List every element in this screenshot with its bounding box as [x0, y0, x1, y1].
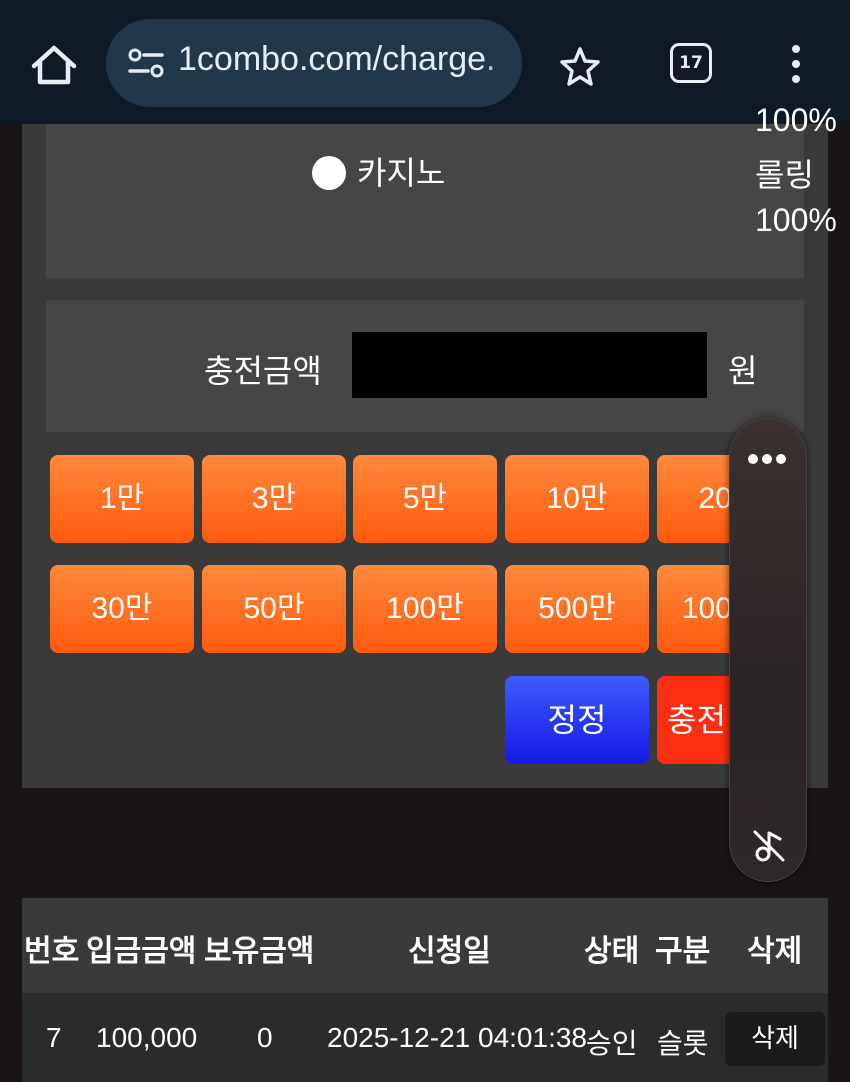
- amount-chip-1m[interactable]: 100만: [353, 565, 497, 653]
- url-fade: [482, 19, 522, 107]
- cell-type: 슬롯: [657, 1027, 709, 1060]
- col-header-type: 구분: [655, 934, 711, 969]
- rate-text-top: 100%: [755, 104, 837, 134]
- casino-radio[interactable]: [312, 156, 346, 190]
- bookmark-button[interactable]: [558, 44, 602, 88]
- more-vert-icon[interactable]: [782, 42, 810, 88]
- delete-button[interactable]: 삭제: [725, 1012, 825, 1066]
- music-off-button[interactable]: [750, 827, 788, 865]
- url-text[interactable]: 1combo.com/charge.: [178, 40, 496, 79]
- star-icon: [560, 47, 600, 86]
- tab-switcher-icon[interactable]: 17: [670, 43, 712, 83]
- rate-value-1: 100%: [755, 104, 837, 134]
- cell-date: 2025-12-21 04:01:38: [327, 1022, 587, 1053]
- col-header-date: 신청일: [408, 934, 491, 969]
- col-header-status: 상태: [584, 934, 640, 969]
- reset-button[interactable]: 정정: [505, 676, 649, 764]
- rolling-label: 롤링: [755, 157, 814, 193]
- rate-value-2: 100%: [755, 202, 837, 238]
- address-bar[interactable]: 1combo.com/charge.: [106, 19, 522, 107]
- tab-count: 17: [679, 53, 703, 73]
- col-header-delete: 삭제: [747, 934, 803, 969]
- cell-status: 승인: [586, 1027, 638, 1060]
- amount-chip-500k[interactable]: 50만: [202, 565, 346, 653]
- amount-chip-100k[interactable]: 10만: [505, 455, 649, 543]
- more-horiz-icon[interactable]: [748, 449, 792, 464]
- site-settings-button[interactable]: [126, 47, 166, 79]
- cell-deposit: 100,000: [96, 1022, 198, 1053]
- amount-chip-300k[interactable]: 30만: [50, 565, 194, 653]
- home-button[interactable]: [28, 40, 80, 92]
- won-unit-label: 원: [728, 352, 758, 390]
- casino-radio-label[interactable]: 카지노: [357, 148, 445, 194]
- col-header-deposit: 입금금액: [86, 934, 197, 969]
- cell-balance: 0: [257, 1022, 273, 1053]
- amount-chip-50k[interactable]: 5만: [353, 455, 497, 543]
- amount-chip-10k[interactable]: 1만: [50, 455, 194, 543]
- col-header-balance: 보유금액: [204, 934, 315, 969]
- amount-chip-5m[interactable]: 500만: [505, 565, 649, 653]
- amount-label: 충전금액: [204, 352, 322, 390]
- col-header-no: 번호: [24, 934, 80, 969]
- cell-no: 7: [46, 1022, 62, 1053]
- amount-input[interactable]: [352, 332, 707, 398]
- home-icon: [31, 45, 77, 85]
- floating-widget[interactable]: [729, 418, 807, 882]
- amount-chip-30k[interactable]: 3만: [202, 455, 346, 543]
- browser-toolbar: 1combo.com/charge. 17: [0, 0, 850, 124]
- tune-icon: [128, 48, 164, 78]
- music-off-icon: [753, 830, 785, 862]
